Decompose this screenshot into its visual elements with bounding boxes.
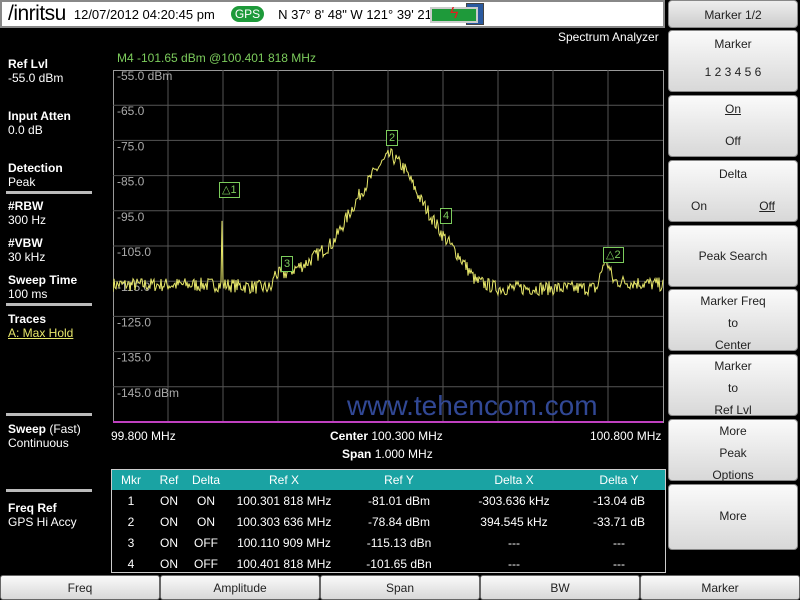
table-cell: 1 bbox=[127, 493, 135, 508]
start-freq: 99.800 MHz bbox=[111, 429, 176, 443]
y-tick-label: -145.0 dBm bbox=[117, 386, 179, 400]
input-atten[interactable]: Input Atten 0.0 dB bbox=[8, 109, 71, 137]
marker-table: Mkr Ref Delta Ref X Ref Y Delta X Delta Y 1 ON O… bbox=[111, 469, 666, 573]
marker-3[interactable]: 3 bbox=[281, 256, 294, 272]
table-cell: ON bbox=[197, 493, 215, 508]
tab-freq[interactable]: Freq bbox=[0, 575, 160, 600]
table-cell: ON bbox=[160, 535, 178, 550]
span[interactable]: Span 1.000 MHz bbox=[342, 447, 433, 461]
table-cell: 394.545 kHz bbox=[480, 514, 548, 529]
y-tick-label: -75.0 bbox=[117, 139, 145, 153]
marker-select-button[interactable]: Marker 1 2 3 4 5 6 bbox=[668, 30, 798, 92]
column-header: Delta X bbox=[494, 473, 534, 487]
spectrum-plot[interactable]: -55.0 dBm-65.0-75.0-85.0-95.0-105.0-115.… bbox=[113, 70, 665, 424]
column-header: Delta bbox=[191, 473, 220, 487]
watermark: www.tehencom.com bbox=[347, 390, 598, 421]
table-cell: OFF bbox=[194, 556, 218, 571]
traces[interactable]: Traces A: Max Hold bbox=[8, 312, 73, 340]
y-tick-label: -125.0 bbox=[117, 315, 151, 329]
freq-ref[interactable]: Freq Ref GPS Hi Accy bbox=[8, 501, 77, 529]
gps-icon: GPS bbox=[230, 6, 265, 22]
column-header: Ref Y bbox=[384, 473, 414, 487]
battery-icon: ϟ bbox=[430, 5, 478, 23]
softkey-panel: Marker 1/2 Marker 1 2 3 4 5 6 On Off Delta… bbox=[666, 0, 800, 575]
marker-1[interactable]: △1 bbox=[219, 182, 240, 198]
stop-freq: 100.800 MHz bbox=[590, 429, 662, 443]
divider bbox=[6, 413, 92, 416]
table-cell: ON bbox=[160, 514, 178, 529]
table-cell: -13.04 dB bbox=[592, 493, 646, 508]
center-freq[interactable]: Center 100.300 MHz bbox=[330, 429, 443, 443]
table-row[interactable]: 3 ON OFF 100.110 909 MHz -115.13 dBn --- --- bbox=[112, 532, 665, 553]
table-header: Mkr Ref Delta Ref X Ref Y Delta X Delta Y bbox=[112, 470, 665, 490]
column-header: Ref X bbox=[268, 473, 299, 487]
menu-title: Marker 1/2 bbox=[668, 0, 798, 28]
table-cell: -81.01 dBm bbox=[367, 493, 431, 508]
ref-level[interactable]: Ref Lvl -55.0 dBm bbox=[8, 57, 63, 85]
marker-2[interactable]: 2 bbox=[386, 130, 399, 146]
datetime: 12/07/2012 04:20:45 pm bbox=[73, 6, 215, 22]
y-tick-label: -85.0 bbox=[117, 175, 145, 189]
table-cell: --- bbox=[613, 556, 625, 571]
table-cell: 100.401 818 MHz bbox=[236, 556, 332, 571]
marker-to-ref-lvl-button[interactable]: Marker to Ref Lvl bbox=[668, 354, 798, 417]
table-cell: --- bbox=[613, 535, 625, 550]
status-bar: /inritsu 12/07/2012 04:20:45 pm GPS N 37… bbox=[0, 0, 665, 28]
marker-on-off-button[interactable]: On Off bbox=[668, 95, 798, 157]
table-cell: ON bbox=[160, 556, 178, 571]
table-cell: OFF bbox=[194, 535, 218, 550]
table-row[interactable]: 2 ON ON 100.303 636 MHz -78.84 dBm 394.545 kH… bbox=[112, 511, 665, 532]
table-cell: -115.13 dBn bbox=[366, 535, 432, 550]
y-tick-label: -95.0 bbox=[117, 210, 145, 224]
y-tick-label: -105.0 bbox=[117, 245, 151, 259]
marker-4[interactable]: 4 bbox=[440, 208, 453, 224]
table-cell: ON bbox=[160, 493, 178, 508]
column-header: Delta Y bbox=[599, 473, 639, 487]
sweep-time[interactable]: Sweep Time 100 ms bbox=[8, 273, 77, 301]
marker-freq-to-center-button[interactable]: Marker Freq to Center bbox=[668, 289, 798, 352]
divider bbox=[6, 303, 92, 306]
table-cell: -303.636 kHz bbox=[478, 493, 550, 508]
anritsu-logo: /inritsu bbox=[8, 2, 66, 25]
tab-bw[interactable]: BW bbox=[480, 575, 640, 600]
gps-coordinates: N 37° 8' 48" W 121° 39' 21" bbox=[278, 6, 437, 22]
divider bbox=[6, 191, 92, 194]
table-cell: -101.65 dBn bbox=[366, 556, 432, 571]
divider bbox=[6, 489, 92, 492]
y-tick-label: -135.0 bbox=[117, 351, 151, 365]
table-cell: 100.303 636 MHz bbox=[236, 514, 332, 529]
table-cell: -78.84 dBm bbox=[367, 514, 431, 529]
y-tick-label: -65.0 bbox=[117, 104, 145, 118]
marker-readout: M4 -101.65 dBm @100.401 818 MHz bbox=[117, 51, 316, 65]
vbw[interactable]: #VBW 30 kHz bbox=[8, 236, 45, 264]
delta-button[interactable]: Delta On Off bbox=[668, 160, 798, 222]
table-cell: 100.110 909 MHz bbox=[237, 535, 331, 550]
rbw[interactable]: #RBW 300 Hz bbox=[8, 199, 46, 227]
peak-search-button[interactable]: Peak Search bbox=[668, 225, 798, 287]
table-cell: --- bbox=[508, 556, 520, 571]
table-row[interactable]: 4 ON OFF 100.401 818 MHz -101.65 dBn --- --- bbox=[112, 553, 665, 574]
table-cell: 3 bbox=[127, 535, 135, 550]
bottom-menu-bar: Freq Amplitude Span BW Marker bbox=[0, 575, 800, 600]
tab-marker[interactable]: Marker bbox=[640, 575, 800, 600]
table-cell: --- bbox=[508, 535, 520, 550]
more-peak-options-button[interactable]: More Peak Options bbox=[668, 419, 798, 482]
y-tick-label: -55.0 dBm bbox=[117, 70, 172, 83]
tab-amplitude[interactable]: Amplitude bbox=[160, 575, 320, 600]
table-cell: 2 bbox=[127, 514, 135, 529]
detection[interactable]: Detection Peak bbox=[8, 161, 63, 189]
marker-delta-2[interactable]: △2 bbox=[603, 247, 624, 263]
column-header: Mkr bbox=[121, 473, 141, 487]
table-row[interactable]: 1 ON ON 100.301 818 MHz -81.01 dBm -303.636 k… bbox=[112, 490, 665, 511]
more-button[interactable]: More bbox=[668, 484, 798, 550]
table-cell: 100.301 818 MHz bbox=[236, 493, 332, 508]
column-header: Ref bbox=[159, 473, 179, 487]
table-cell: -33.71 dB bbox=[592, 514, 646, 529]
tab-span[interactable]: Span bbox=[320, 575, 480, 600]
mode-label: Spectrum Analyzer bbox=[558, 30, 659, 44]
sweep-mode[interactable]: Sweep (Fast) Continuous bbox=[8, 422, 81, 450]
table-cell: ON bbox=[197, 514, 215, 529]
table-cell: 4 bbox=[127, 556, 135, 571]
